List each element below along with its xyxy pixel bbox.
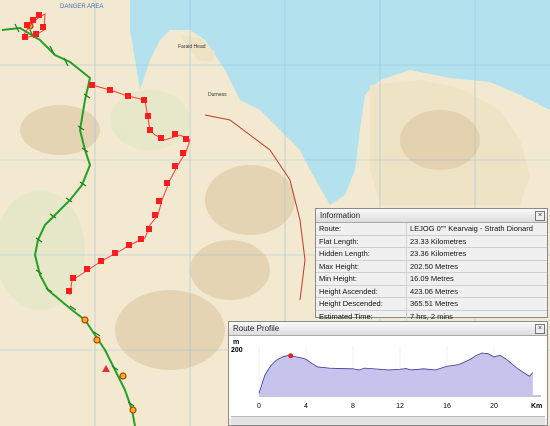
info-value: 202.50 Metres [406,260,547,273]
position-marker [288,353,294,359]
x-tick-label: 16 [443,403,451,410]
x-tick-label: 0 [257,403,261,410]
information-panel-title: Information × [316,209,547,223]
route-profile-title: Route Profile × [229,322,547,336]
elevation-chart[interactable]: m 200 0 4 8 12 16 20 Km [229,336,547,418]
x-tick-label: 12 [396,403,404,410]
info-row: Max Height: 202.50 Metres [316,260,547,273]
map-place-label: Durness [208,92,227,98]
x-tick-label: 20 [490,403,498,410]
close-icon[interactable]: × [535,211,545,221]
x-axis-unit: Km [531,403,542,410]
info-value: 16.09 Metres [406,272,547,286]
info-key: Height Ascended: [316,285,407,298]
info-key: Min Height: [316,272,407,286]
map-place-label: Faraid Head [178,44,206,50]
profile-scrollbar[interactable] [231,416,545,425]
info-value: 423.06 Metres [406,285,547,298]
info-row: Hidden Length: 23.36 Kilometres [316,247,547,261]
info-key: Hidden Length: [316,247,407,261]
y-axis-unit: m [233,339,239,346]
x-tick-label: 4 [304,403,308,410]
info-key: Route: [316,223,407,236]
information-title-text: Information [320,211,361,220]
info-value: LEJOG 0"" Kearvaig - Strath Dionard [406,223,547,236]
route-profile-panel: Route Profile × m 200 0 4 8 12 16 20 Km [228,321,548,426]
info-value: 365.51 Metres [406,297,547,311]
route-profile-title-text: Route Profile [233,324,280,333]
information-table: Route: LEJOG 0"" Kearvaig - Strath Dionar… [316,223,547,323]
map-danger-label: DANGER AREA [60,4,103,10]
info-row: Route: LEJOG 0"" Kearvaig - Strath Dionar… [316,223,547,236]
information-panel: Information × Route: LEJOG 0"" Kearvaig -… [315,208,548,323]
info-key: Height Descended: [316,297,407,311]
x-tick-label: 8 [351,403,355,410]
info-key: Flat Length: [316,235,407,248]
info-row: Min Height: 16.09 Metres [316,272,547,286]
info-value: 23.36 Kilometres [406,247,547,261]
info-key: Max Height: [316,260,407,273]
info-row: Height Ascended: 423.06 Metres [316,285,547,298]
info-row: Flat Length: 23.33 Kilometres [316,235,547,248]
info-row: Height Descended: 365.51 Metres [316,297,547,311]
close-icon[interactable]: × [535,324,545,334]
info-value: 23.33 Kilometres [406,235,547,248]
y-tick-label: 200 [231,347,243,354]
